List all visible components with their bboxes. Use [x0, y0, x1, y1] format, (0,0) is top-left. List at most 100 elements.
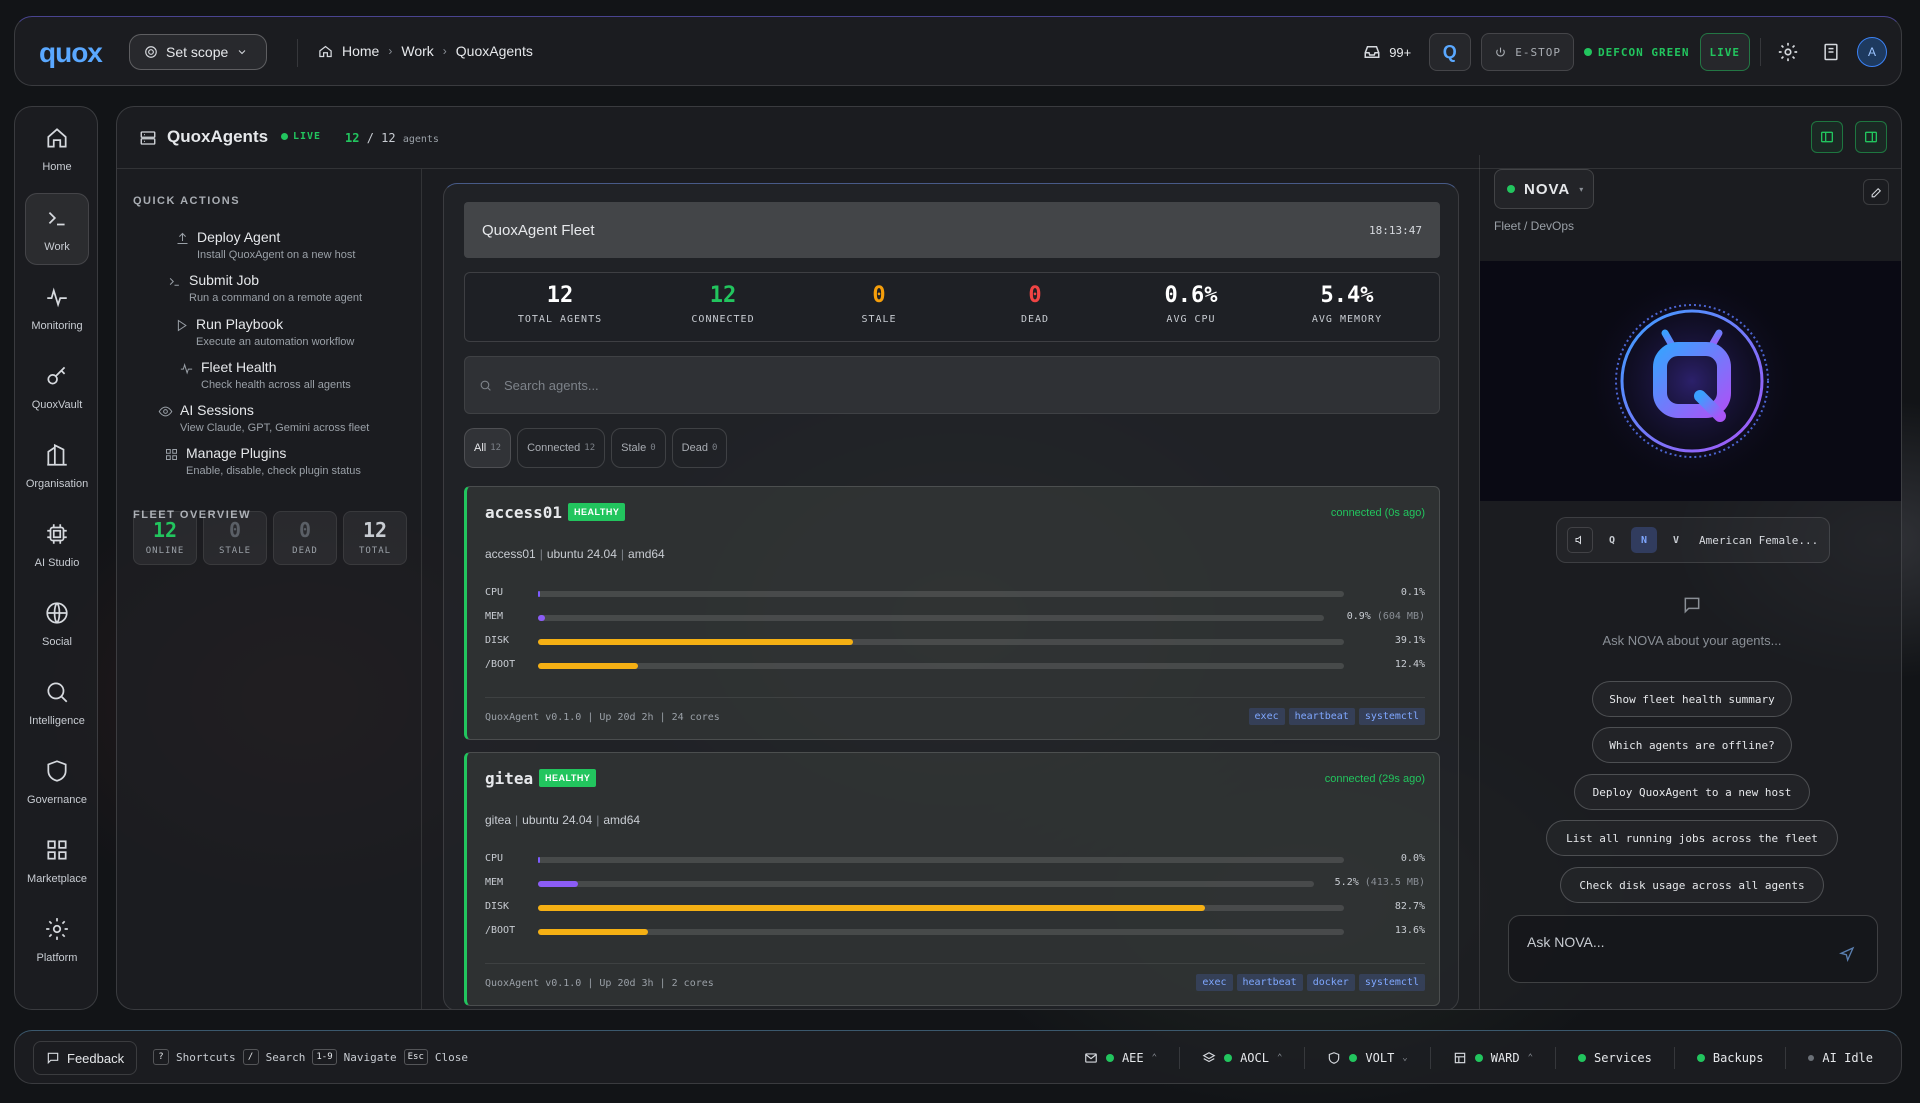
- overview-dead: 0 DEAD: [273, 511, 337, 565]
- sidebar-item-monitoring[interactable]: Monitoring: [25, 272, 89, 344]
- suggestion-chip[interactable]: Show fleet health summary: [1592, 681, 1792, 717]
- breadcrumb-home[interactable]: Home: [342, 43, 379, 59]
- mail-icon: [1085, 1053, 1097, 1063]
- metric-label: /BOOT: [485, 659, 516, 670]
- status-ward[interactable]: WARD ⌃: [1453, 1051, 1533, 1065]
- defcon-status[interactable]: DEFCON GREEN: [1584, 46, 1689, 59]
- quick-action-fleet-health[interactable]: Fleet Health Check health across all age…: [180, 359, 351, 391]
- agent-connection: connected (0s ago): [1330, 507, 1425, 519]
- suggestion-chip[interactable]: Which agents are offline?: [1592, 727, 1792, 763]
- terminal-icon: [48, 211, 65, 226]
- status-aee[interactable]: AEE ⌃: [1084, 1051, 1157, 1065]
- fleet-stats: 12 TOTAL AGENTS 12 CONNECTED 0 STALE 0 DEAD …: [464, 272, 1440, 342]
- filter-count: 12: [490, 443, 502, 453]
- tag: exec: [1196, 974, 1233, 991]
- edit-button[interactable]: [1863, 179, 1889, 205]
- inbox-icon: [1364, 46, 1380, 58]
- nova-agent-selector[interactable]: NOVA ▾: [1494, 169, 1594, 209]
- toggle-left-panel-button[interactable]: [1811, 121, 1843, 153]
- agent-name: gitea: [485, 769, 534, 788]
- feedback-button[interactable]: Feedback: [33, 1041, 138, 1075]
- panel-left-icon: [1821, 131, 1833, 143]
- sidebar-item-governance[interactable]: Governance: [25, 746, 89, 818]
- avatar[interactable]: A: [1857, 37, 1887, 67]
- metric-bar: [538, 639, 1344, 645]
- toggle-right-panel-button[interactable]: [1855, 121, 1887, 153]
- status-dot: [1507, 185, 1515, 193]
- agent-connection: connected (29s ago): [1324, 773, 1425, 785]
- nova-name: NOVA: [1524, 180, 1571, 198]
- key-icon: [47, 366, 66, 385]
- status-backups[interactable]: Backups: [1696, 1051, 1763, 1065]
- sidebar-item-social[interactable]: Social: [25, 588, 89, 660]
- sidebar-item-home[interactable]: Home: [25, 113, 89, 185]
- suggestion-chip[interactable]: Deploy QuoxAgent to a new host: [1574, 774, 1810, 810]
- live-badge: LIVE: [281, 131, 321, 142]
- search-input[interactable]: [504, 377, 1404, 393]
- sidebar-item-work[interactable]: Work: [25, 193, 89, 265]
- inbox-button[interactable]: 99+: [1363, 43, 1411, 61]
- stat-value: 0.6%: [1164, 283, 1218, 308]
- agent-card[interactable]: gitea HEALTHY connected (29s ago) gitea |…: [464, 752, 1440, 1006]
- breadcrumb-quoxagents[interactable]: QuoxAgents: [456, 43, 533, 59]
- divider: [1429, 1047, 1431, 1069]
- q-logo-icon: Q: [1442, 41, 1458, 62]
- quick-action-submit-job[interactable]: Submit Job Run a command on a remote age…: [169, 272, 362, 304]
- voice-v-button[interactable]: V: [1663, 527, 1689, 553]
- voice-n-button[interactable]: N: [1631, 527, 1657, 553]
- stat-value: 12: [546, 283, 574, 308]
- quick-action-manage-plugins[interactable]: Manage Plugins Enable, disable, check pl…: [166, 445, 361, 477]
- agent-os: ubuntu 24.04: [546, 547, 617, 561]
- app-logo[interactable]: quox: [39, 37, 103, 69]
- book-icon[interactable]: [1821, 42, 1841, 62]
- send-icon[interactable]: [1839, 946, 1855, 962]
- quick-action-deploy-agent[interactable]: Deploy Agent Install QuoxAgent on a new …: [177, 229, 355, 261]
- agent-card[interactable]: access01 HEALTHY connected (0s ago) acce…: [464, 486, 1440, 740]
- quick-action-ai-sessions[interactable]: AI Sessions View Claude, GPT, Gemini acr…: [158, 402, 370, 434]
- live-button[interactable]: LIVE: [1699, 33, 1750, 71]
- status-volt[interactable]: VOLT ⌄: [1327, 1051, 1408, 1065]
- divider: [1760, 38, 1761, 66]
- status-ai-idle[interactable]: AI Idle: [1808, 1051, 1873, 1065]
- gear-icon[interactable]: [1777, 41, 1799, 63]
- stat-avg-cpu: 0.6% AVG CPU: [1126, 283, 1256, 325]
- voice-select[interactable]: American Female...: [1699, 534, 1818, 547]
- nova-subtitle: Fleet / DevOps: [1494, 219, 1575, 233]
- filter-dead[interactable]: Dead 0: [671, 428, 728, 468]
- agent-version: QuoxAgent v0.1.0 | Up 20d 3h | 2 cores: [485, 978, 714, 989]
- status-aocl[interactable]: AOCL ⌃: [1202, 1051, 1282, 1065]
- breadcrumb-work[interactable]: Work: [401, 43, 433, 59]
- sidebar-item-marketplace[interactable]: Marketplace: [25, 825, 89, 897]
- sidebar-item-organisation[interactable]: Organisation: [25, 430, 89, 502]
- status-label: VOLT: [1365, 1051, 1395, 1065]
- status-services[interactable]: Services: [1578, 1051, 1652, 1065]
- sidebar-item-ai-studio[interactable]: AI Studio: [25, 509, 89, 581]
- quick-action-desc: View Claude, GPT, Gemini across fleet: [180, 422, 370, 434]
- mute-button[interactable]: [1567, 527, 1593, 553]
- sidebar-item-platform[interactable]: Platform: [25, 904, 89, 976]
- filter-all[interactable]: All 12: [464, 428, 512, 468]
- metric-fill: [538, 639, 854, 645]
- nova-panel: NOVA ▾ Fleet / DevOps Q N V American Fem…: [1479, 155, 1901, 1009]
- nova-chat-input[interactable]: [1527, 934, 1827, 950]
- agent-host: access01: [485, 547, 536, 561]
- shortcut-label: Shortcuts: [176, 1050, 236, 1064]
- quick-action-run-playbook[interactable]: Run Playbook Execute an automation workf…: [177, 316, 354, 348]
- suggestion-chip[interactable]: Check disk usage across all agents: [1560, 867, 1824, 903]
- sidebar-item-intelligence[interactable]: Intelligence: [25, 667, 89, 739]
- sidebar: Home Work Monitoring QuoxVault Organisat…: [14, 106, 98, 1010]
- chat-bubble-icon: [1684, 597, 1700, 614]
- filter-connected[interactable]: Connected 12: [517, 428, 606, 468]
- fleet-title: QuoxAgent Fleet: [482, 221, 595, 239]
- suggestion-chip[interactable]: List all running jobs across the fleet: [1546, 820, 1838, 856]
- search-bar: [464, 356, 1440, 414]
- estop-button[interactable]: E-STOP: [1481, 33, 1575, 71]
- sidebar-item-quoxvault[interactable]: QuoxVault: [25, 351, 89, 423]
- metric-label: MEM: [485, 877, 504, 888]
- quox-q-button[interactable]: Q: [1429, 33, 1472, 71]
- set-scope-button[interactable]: Set scope: [129, 34, 267, 70]
- chevron-up-icon: ⌃: [1527, 1053, 1534, 1063]
- filter-stale[interactable]: Stale 0: [611, 428, 666, 468]
- sidebar-item-label: Platform: [36, 952, 78, 964]
- voice-q-button[interactable]: Q: [1599, 527, 1625, 553]
